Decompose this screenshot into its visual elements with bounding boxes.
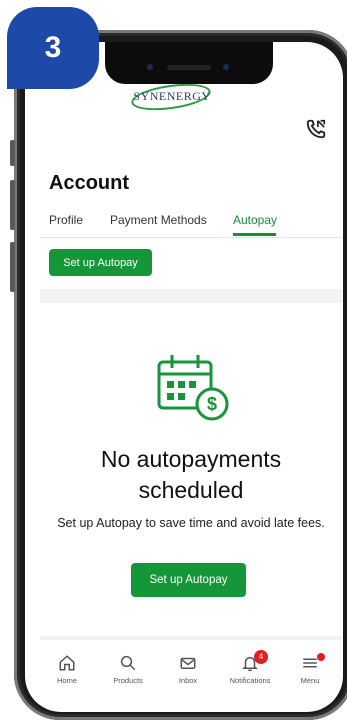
empty-state-description: Set up Autopay to save time and avoid la…	[57, 516, 325, 530]
nav-item-inbox[interactable]: Inbox	[158, 642, 218, 692]
logo-text: SYNENERGY	[133, 88, 211, 103]
search-icon	[120, 655, 136, 671]
step-number: 3	[44, 31, 62, 64]
empty-state-title: No autopayments scheduled	[40, 444, 342, 506]
phone-call-icon[interactable]	[305, 118, 327, 140]
account-tabs: Profile Payment Methods Autopay	[40, 213, 340, 237]
nav-label: Notifications	[229, 676, 271, 685]
nav-label: Products	[113, 676, 143, 685]
nav-label: Menu	[300, 676, 320, 685]
phone-side-button	[10, 242, 15, 292]
nav-label: Inbox	[178, 676, 198, 685]
nav-item-home[interactable]: Home	[37, 642, 97, 692]
section-divider	[40, 636, 342, 640]
speaker-grille	[167, 65, 211, 70]
active-tab-indicator	[233, 233, 276, 236]
setup-autopay-top-button[interactable]: Set up Autopay	[49, 249, 152, 276]
bottom-navigation: Home Products Inbox 4 Notifications Menu	[40, 642, 342, 698]
tab-payment-methods[interactable]: Payment Methods	[110, 213, 207, 227]
phone-side-button	[10, 140, 15, 166]
nav-item-menu[interactable]: Menu	[280, 642, 340, 692]
camera-icon	[223, 64, 229, 70]
phone-side-button	[10, 180, 15, 230]
notification-count-badge: 4	[254, 650, 268, 664]
calendar-dollar-icon: $	[157, 355, 229, 421]
empty-title-line: No autopayments	[100, 446, 282, 472]
home-icon	[59, 655, 75, 671]
empty-title-line: scheduled	[138, 477, 244, 503]
section-divider	[40, 289, 342, 303]
nav-item-products[interactable]: Products	[98, 642, 158, 692]
brand-logo[interactable]: SYNENERGY	[117, 77, 227, 115]
tab-profile[interactable]: Profile	[49, 213, 83, 227]
mail-icon	[180, 657, 196, 669]
page-title: Account	[49, 172, 129, 194]
tab-autopay[interactable]: Autopay	[233, 213, 277, 227]
menu-alert-dot	[317, 653, 325, 661]
nav-label: Home	[56, 676, 77, 685]
camera-icon	[147, 64, 153, 70]
step-badge: 3	[7, 7, 99, 89]
tabs-divider	[40, 237, 342, 238]
nav-item-notifications[interactable]: 4 Notifications	[220, 642, 280, 692]
svg-text:$: $	[207, 394, 217, 414]
setup-autopay-main-button[interactable]: Set up Autopay	[131, 563, 246, 597]
